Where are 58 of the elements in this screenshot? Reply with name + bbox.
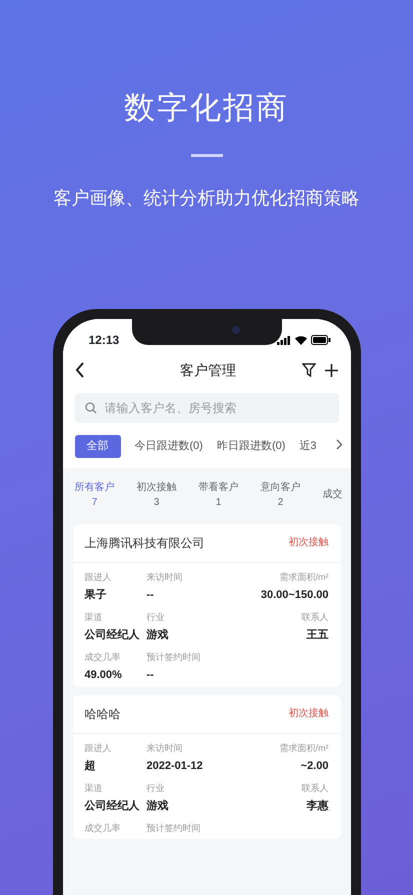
add-icon[interactable]	[324, 362, 338, 378]
field-label: 联系人	[300, 610, 328, 624]
field-value: 公司经纪人	[84, 798, 140, 814]
field-value: 30.00~150.00	[260, 588, 328, 602]
customer-name: 上海腾讯科技有限公司	[84, 534, 204, 552]
stage-tab[interactable]: 成交	[322, 480, 342, 510]
filter-tab[interactable]: 昨日跟进数(0)	[216, 435, 286, 458]
field-label: 来访时间	[146, 570, 184, 584]
field-label: 需求面积/m²	[278, 742, 328, 754]
field-label: 渠道	[84, 610, 104, 624]
filter-tab[interactable]: 今日跟进数(0)	[134, 435, 203, 458]
field-value: 果子	[84, 588, 108, 602]
field-value: 游戏	[146, 798, 170, 814]
subtitle: 客户画像、统计分析助力优化招商策略	[52, 187, 360, 210]
field-label: 成交几率	[84, 650, 122, 664]
signal-icon	[276, 336, 290, 344]
search-icon	[84, 402, 96, 414]
field-value: 49.00%	[84, 668, 123, 682]
page-title: 客户管理	[180, 360, 236, 380]
customer-card[interactable]: 上海腾讯科技有限公司 初次接触 跟进人 果子 来访时间 -- 需求面积/m² 30.00~150.00 渠道 公司经纪人 行业 游戏 联系人 王五 成交几率 49.00% 预计签约时间 --	[72, 524, 340, 686]
filter-tab[interactable]: 近3	[299, 435, 317, 458]
status-time: 12:13	[88, 332, 120, 349]
battery-icon	[310, 335, 330, 345]
filter-icon[interactable]	[302, 363, 316, 377]
field-value: ~2.00	[300, 758, 328, 774]
stage-tab[interactable]: 初次接触 3	[136, 480, 176, 510]
stage-tab[interactable]: 意向客户 2	[260, 480, 300, 510]
field-label: 行业	[146, 610, 166, 624]
field-label: 来访时间	[146, 742, 184, 754]
status-tag: 初次接触	[288, 535, 328, 550]
field-label: 预计签约时间	[146, 822, 202, 834]
customer-card[interactable]: 哈哈哈 初次接触 跟进人 超 来访时间 2022-01-12 需求面积/m² ~2.00 渠道 公司经纪人 行业 游戏 联系人 李惠 成交几率 预计签约时间	[72, 694, 340, 838]
field-value: 公司经纪人	[84, 628, 140, 642]
back-icon[interactable]	[74, 362, 84, 378]
wifi-icon	[294, 336, 306, 344]
field-label: 跟进人	[84, 570, 112, 584]
field-value: 王五	[306, 628, 328, 642]
field-label: 成交几率	[84, 822, 122, 834]
headline: 数字化招商	[123, 89, 290, 127]
field-value: 李惠	[306, 798, 328, 814]
field-value: 2022-01-12	[146, 758, 204, 774]
stage-tab[interactable]: 带看客户 1	[198, 480, 238, 510]
field-value: --	[146, 668, 155, 682]
field-value: --	[146, 588, 155, 602]
field-value: 游戏	[146, 628, 170, 642]
customer-name: 哈哈哈	[84, 706, 120, 722]
stage-tab[interactable]: 所有客户 7	[74, 480, 114, 510]
chevron-right-icon[interactable]	[336, 438, 342, 450]
field-value: 超	[84, 758, 96, 774]
field-label: 跟进人	[84, 742, 112, 754]
field-label: 预计签约时间	[146, 650, 202, 664]
status-tag: 初次接触	[288, 706, 328, 721]
field-label: 行业	[146, 782, 166, 794]
field-label: 需求面积/m²	[278, 570, 328, 584]
field-label: 联系人	[300, 782, 328, 794]
field-label: 渠道	[84, 782, 104, 794]
search-field[interactable]: 请输入客户名、房号搜索	[74, 393, 338, 423]
filter-tab[interactable]: 全部	[74, 435, 120, 458]
